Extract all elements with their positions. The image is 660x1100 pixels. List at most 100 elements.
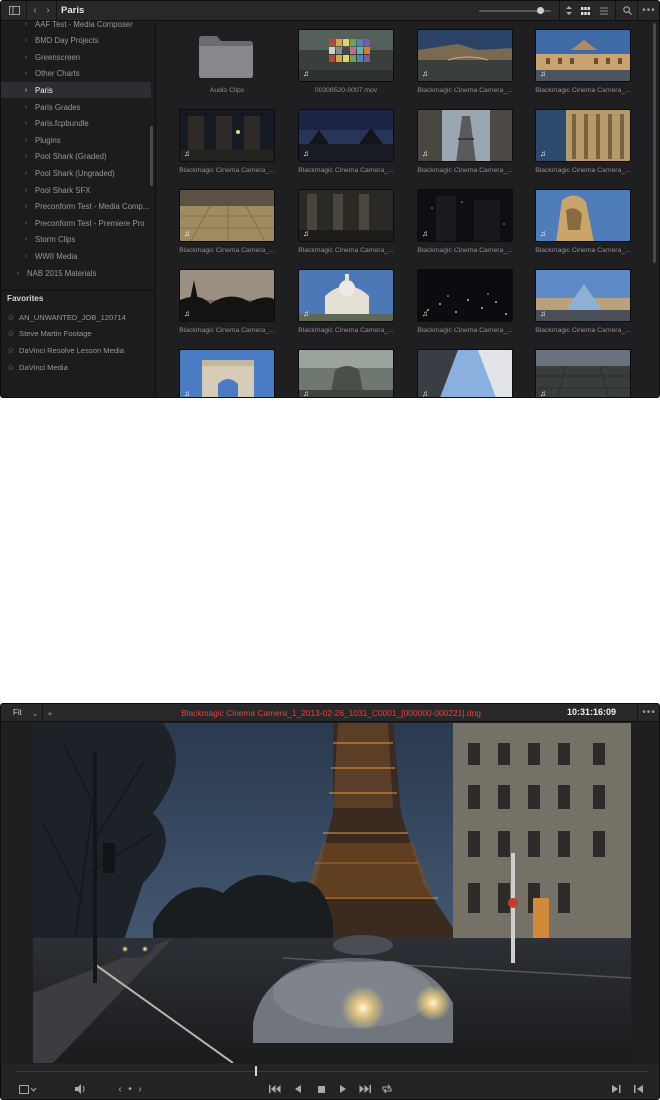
media-clip-item[interactable]: ♫ 00308520-0007.mov <box>298 29 394 94</box>
clip-caption: Blackmagic Cinema Camera_... <box>298 167 394 174</box>
chevron-right-icon[interactable]: › <box>21 236 31 243</box>
zoom-slider-handle[interactable] <box>537 7 545 14</box>
folder-tree-item[interactable]: › AAF Test - Media Composer <box>1 16 151 32</box>
star-icon[interactable]: ☆ <box>7 312 19 323</box>
sidebar-scrollbar[interactable] <box>150 126 153 186</box>
zoom-fit-dropdown[interactable]: Fit <box>13 708 22 717</box>
music-note-icon: ♫ <box>303 229 309 238</box>
media-clip-item[interactable]: ♫ Blackmagic Cinema Camera_... <box>535 269 631 334</box>
folder-tree-item[interactable]: › BMD Day Projects <box>1 33 151 49</box>
viewer-mode-icon[interactable] <box>17 1082 39 1096</box>
music-note-icon: ♫ <box>184 229 190 238</box>
chevron-right-icon[interactable]: › <box>21 104 31 111</box>
folder-tree-item[interactable]: › WWII Media <box>1 248 151 264</box>
music-note-icon: ♫ <box>540 149 546 158</box>
chevron-right-icon[interactable]: › <box>21 120 31 127</box>
media-clip-item[interactable]: ♫ Blackmagic Cinema Camera_... <box>535 29 631 94</box>
media-clip-item[interactable]: ♫ <box>298 349 394 397</box>
media-clip-item[interactable]: ♫ Blackmagic Cinema Camera_... <box>179 109 275 174</box>
media-clip-item[interactable]: ♫ Blackmagic Cinema Camera_... <box>179 269 275 334</box>
favorite-item[interactable]: ☆ AN_UNWANTED_JOB_120714 <box>7 310 126 324</box>
media-clip-item[interactable]: ♫ <box>535 349 631 397</box>
add-icon[interactable]: + <box>44 704 56 723</box>
folder-tree-item[interactable]: › NAB 2015 Materials <box>1 265 151 281</box>
folder-tree-item[interactable]: › Paris <box>1 82 151 99</box>
star-icon[interactable]: ☆ <box>7 362 19 373</box>
play-reverse-icon[interactable] <box>291 1082 305 1096</box>
folder-tree-item-label: Plugins <box>35 135 61 145</box>
media-clip-item[interactable]: ♫ <box>179 349 275 397</box>
media-clip-item[interactable]: ♫ Blackmagic Cinema Camera_... <box>417 189 513 254</box>
jog-left-icon[interactable]: ‹ <box>116 1082 124 1096</box>
loop-icon[interactable] <box>379 1082 395 1096</box>
chevron-right-icon[interactable]: › <box>21 203 31 210</box>
favorite-item-label: Steve Martin Footage <box>19 329 92 339</box>
chevron-right-icon[interactable]: › <box>21 70 31 77</box>
list-view-icon[interactable] <box>597 1 611 20</box>
folder-tree-item[interactable]: › Preconform Test - Media Comp... <box>1 199 151 215</box>
folder-tree-item[interactable]: › Pool Shark SFX <box>1 182 151 198</box>
clip-thumbnail <box>298 269 394 322</box>
media-clip-item[interactable]: ♫ Blackmagic Cinema Camera_... <box>298 189 394 254</box>
media-clip-item[interactable]: ♫ Blackmagic Cinema Camera_... <box>417 269 513 334</box>
mark-out-icon[interactable] <box>631 1082 645 1096</box>
go-to-end-icon[interactable] <box>357 1082 373 1096</box>
media-clip-item[interactable]: ♫ Blackmagic Cinema Camera_... <box>535 109 631 174</box>
play-icon[interactable] <box>336 1082 350 1096</box>
stop-icon[interactable] <box>314 1082 328 1096</box>
clip-grid-scrollbar[interactable] <box>653 23 656 263</box>
star-icon[interactable]: ☆ <box>7 345 19 356</box>
chevron-right-icon[interactable]: › <box>21 220 31 227</box>
clip-thumbnail <box>179 189 275 242</box>
folder-tree-item[interactable]: › Paris.fcpbundle <box>1 116 151 132</box>
chevron-right-icon[interactable]: › <box>21 137 31 144</box>
folder-tree-item[interactable]: › Preconform Test - Premiere Pro <box>1 215 151 231</box>
mark-in-icon[interactable] <box>609 1082 623 1096</box>
star-icon[interactable]: ☆ <box>7 328 19 339</box>
search-icon[interactable] <box>619 1 635 20</box>
viewer-options-icon[interactable]: ••• <box>640 704 658 721</box>
clip-thumbnail <box>298 109 394 162</box>
go-to-start-icon[interactable] <box>267 1082 283 1096</box>
favorites-divider <box>1 290 156 291</box>
more-options-icon[interactable]: ••• <box>640 1 658 20</box>
folder-tree-item[interactable]: › Pool Shark (Ungraded) <box>1 165 151 181</box>
chevron-right-icon[interactable]: › <box>21 187 31 194</box>
favorite-item[interactable]: ☆ DaVinci Resolve Lesson Media <box>7 344 124 358</box>
sort-order-icon[interactable] <box>562 1 576 20</box>
media-clip-item[interactable]: ♫ Blackmagic Cinema Camera_... <box>298 269 394 334</box>
chevron-right-icon[interactable]: › <box>21 170 31 177</box>
chevron-down-icon[interactable]: ⌄ <box>29 704 41 723</box>
chevron-right-icon[interactable]: › <box>21 54 31 61</box>
media-clip-item[interactable]: ♫ Blackmagic Cinema Camera_... <box>417 29 513 94</box>
folder-tree-item[interactable]: › Greenscreen <box>1 49 151 65</box>
chevron-right-icon[interactable]: › <box>21 21 31 28</box>
folder-tree-item[interactable]: › Pool Shark (Graded) <box>1 149 151 165</box>
favorite-item[interactable]: ☆ DaVinci Media <box>7 360 68 374</box>
scrub-bar[interactable] <box>15 1071 647 1072</box>
clip-caption: Blackmagic Cinema Camera_... <box>179 247 275 254</box>
media-clip-item[interactable]: ♫ Blackmagic Cinema Camera_... <box>417 109 513 174</box>
jog-right-icon[interactable]: › <box>136 1082 144 1096</box>
favorite-item[interactable]: ☆ Steve Martin Footage <box>7 327 92 341</box>
media-clip-item[interactable]: ♫ Blackmagic Cinema Camera_... <box>535 189 631 254</box>
chevron-right-icon[interactable]: › <box>21 37 31 44</box>
media-clip-item[interactable]: ♫ Blackmagic Cinema Camera_... <box>179 189 275 254</box>
media-clip-item[interactable]: ♫ <box>417 349 513 397</box>
grid-view-icon[interactable] <box>578 1 592 20</box>
jog-dot-icon[interactable]: • <box>126 1082 134 1096</box>
folder-tree-item[interactable]: › Other Charts <box>1 66 151 82</box>
folder-tree-item[interactable]: › Paris Grades <box>1 99 151 115</box>
folder-tree-item-label: Pool Shark SFX <box>35 185 91 195</box>
playhead[interactable] <box>255 1066 258 1076</box>
chevron-right-icon[interactable]: › <box>21 253 31 260</box>
folder-clip-item[interactable]: Audio Clips <box>179 29 275 94</box>
chevron-right-icon[interactable]: › <box>13 270 23 277</box>
folder-tree-item[interactable]: › Plugins <box>1 132 151 148</box>
folder-tree-item[interactable]: › Storm Clips <box>1 232 151 248</box>
chevron-right-icon[interactable]: › <box>21 153 31 160</box>
chevron-right-icon[interactable]: › <box>21 87 31 94</box>
folder-tree-item-label: Paris <box>35 85 53 95</box>
media-clip-item[interactable]: ♫ Blackmagic Cinema Camera_... <box>298 109 394 174</box>
volume-icon[interactable] <box>73 1082 89 1096</box>
